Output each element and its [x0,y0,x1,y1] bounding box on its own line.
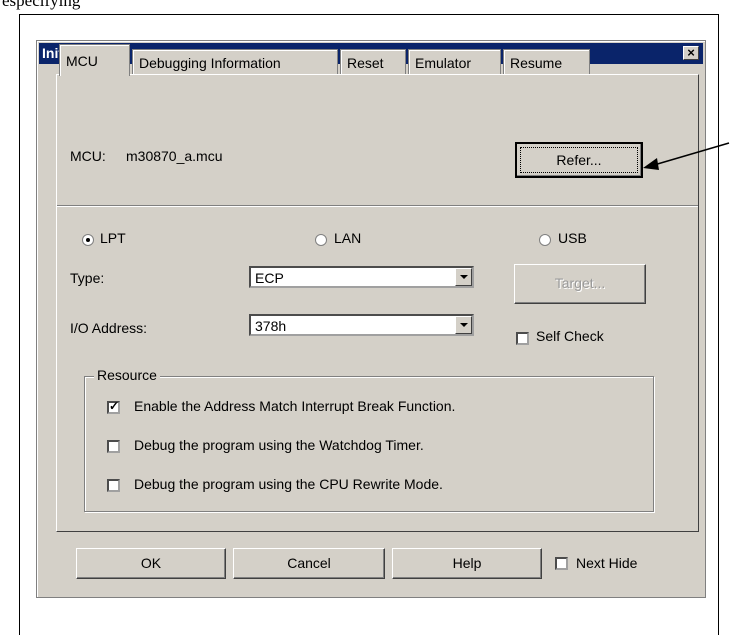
io-address-select-value: 378h [255,318,287,334]
type-select-value: ECP [255,270,284,286]
separator [57,205,698,207]
check-icon: ✓ [109,399,120,413]
watchdog-checkbox[interactable] [107,440,120,453]
type-label: Type: [70,270,105,286]
next-hide-label: Next Hide [576,555,638,571]
radio-usb[interactable] [539,234,551,246]
io-address-label: I/O Address: [70,320,148,336]
radio-lpt[interactable] [82,234,94,246]
help-button[interactable]: Help [392,548,542,579]
document-caption: especifying [2,0,81,10]
tab-reset[interactable]: Reset [340,49,406,74]
type-select[interactable]: ECP [249,266,474,288]
address-match-label: Enable the Address Match Interrupt Break… [134,398,456,414]
self-check-label: Self Check [536,328,604,344]
refer-button[interactable]: Refer... [515,142,643,178]
chevron-down-icon[interactable] [455,268,472,286]
cpu-rewrite-checkbox[interactable] [107,479,120,492]
focus-rect [520,147,638,173]
cpu-rewrite-label: Debug the program using the CPU Rewrite … [134,476,443,492]
watchdog-label: Debug the program using the Watchdog Tim… [134,437,424,453]
close-button[interactable]: × [683,46,699,60]
mcu-label: MCU: [70,148,106,164]
close-icon: × [687,45,695,60]
radio-usb-label: USB [558,230,587,246]
io-address-select[interactable]: 378h [249,314,474,336]
tab-resume[interactable]: Resume [503,49,590,74]
radio-lpt-label: LPT [100,230,126,246]
radio-lan-label: LAN [334,230,362,246]
tab-emulator[interactable]: Emulator [408,49,501,74]
radio-lan[interactable] [315,234,327,246]
address-match-checkbox[interactable]: ✓ [107,399,120,414]
target-button: Target... [514,264,646,304]
resource-group-title: Resource [94,367,160,383]
self-check-checkbox[interactable] [516,332,529,345]
tab-mcu[interactable]: MCU [59,44,130,76]
tab-debugging-information[interactable]: Debugging Information [132,49,338,74]
next-hide-checkbox[interactable] [555,557,568,570]
mcu-file-value: m30870_a.mcu [126,148,223,164]
annotation-arrow-icon [643,142,730,170]
ok-button[interactable]: OK [76,548,226,579]
cancel-button[interactable]: Cancel [233,548,385,579]
chevron-down-icon[interactable] [455,316,472,334]
